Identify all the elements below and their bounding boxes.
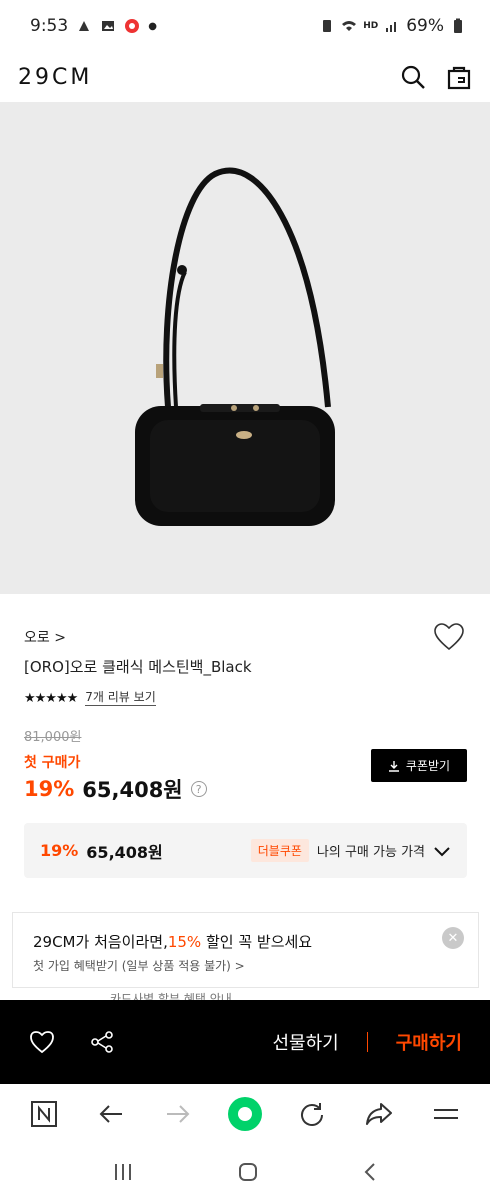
back-arrow-icon[interactable] bbox=[91, 1094, 131, 1134]
chevron-down-icon[interactable] bbox=[433, 842, 451, 860]
system-navigation bbox=[0, 1144, 490, 1200]
wishlist-button[interactable] bbox=[432, 620, 466, 654]
n-icon[interactable] bbox=[24, 1094, 64, 1134]
battery-percent: 69% bbox=[406, 16, 444, 36]
bottom-action-bar: 선물하기 구매하기 bbox=[0, 1000, 490, 1084]
app-header: 29CM bbox=[0, 52, 490, 102]
refresh-icon[interactable] bbox=[292, 1094, 332, 1134]
search-icon[interactable] bbox=[400, 64, 426, 90]
brand-row: 오로 > bbox=[24, 620, 466, 654]
signup-banner[interactable]: 29CM가 처음이라면,15% 할인 꼭 받으세요 첫 가입 혜택받기 (일부 … bbox=[12, 912, 479, 988]
original-price: 81,000원 bbox=[24, 730, 82, 745]
price-box-price: 65,408원 bbox=[86, 842, 163, 862]
logo[interactable]: 29CM bbox=[18, 65, 92, 90]
banner-title-suffix: 할인 꼭 받으세요 bbox=[201, 933, 313, 951]
shopping-bag-icon[interactable] bbox=[446, 64, 472, 90]
home-dot-icon[interactable] bbox=[225, 1094, 265, 1134]
price-row: 19% 65,408원 ? bbox=[24, 774, 207, 804]
banner-subtitle[interactable]: 첫 가입 혜택받기 (일부 상품 적용 불가) > bbox=[33, 957, 245, 974]
product-name: [ORO]오로 클래식 메스틴백_Black bbox=[24, 658, 252, 676]
rating-stars: ★★★★★ bbox=[24, 690, 78, 706]
banner-title-accent: 15% bbox=[167, 933, 202, 951]
gallery-icon bbox=[102, 21, 115, 31]
battery-icon bbox=[454, 18, 462, 33]
product-image[interactable] bbox=[0, 102, 490, 594]
back-icon[interactable] bbox=[362, 1161, 378, 1183]
bag-illustration bbox=[135, 167, 335, 526]
heart-icon bbox=[434, 623, 464, 651]
help-icon[interactable]: ? bbox=[190, 781, 207, 797]
heart-icon bbox=[30, 1031, 54, 1054]
download-icon bbox=[388, 760, 399, 772]
banner-title: 29CM가 처음이라면,15% 할인 꼭 받으세요 bbox=[33, 931, 312, 952]
brand-link[interactable]: 오로 > bbox=[24, 627, 66, 647]
discount-rate: 19% bbox=[24, 777, 75, 801]
network-label: HD bbox=[363, 21, 379, 31]
action-heart-button[interactable] bbox=[28, 1028, 56, 1056]
action-divider bbox=[366, 1032, 368, 1052]
gift-button[interactable]: 선물하기 bbox=[273, 1029, 339, 1055]
dot-icon: ● bbox=[148, 20, 157, 32]
price-box-discount: 19% bbox=[40, 841, 79, 860]
notification-icon bbox=[79, 21, 90, 31]
coupon-button[interactable]: 쿠폰받기 bbox=[371, 749, 467, 782]
menu-icon[interactable] bbox=[426, 1094, 466, 1134]
recent-apps-icon[interactable] bbox=[112, 1162, 134, 1182]
review-link[interactable]: 7개 리뷰 보기 bbox=[85, 690, 156, 706]
status-bar: 9:53 ● HD 69% bbox=[0, 0, 490, 52]
banner-title-prefix: 29CM가 처음이라면, bbox=[33, 933, 168, 951]
battery-saver-icon bbox=[323, 20, 332, 32]
close-icon[interactable]: ✕ bbox=[442, 927, 464, 949]
share-button[interactable] bbox=[88, 1028, 116, 1056]
sale-price: 65,408원 bbox=[82, 778, 183, 802]
price-summary-box[interactable]: 19% 65,408원 더블쿠폰 나의 구매 가능 가격 bbox=[24, 823, 467, 878]
forward-arrow-icon[interactable] bbox=[158, 1094, 198, 1134]
share-icon bbox=[91, 1031, 113, 1053]
double-coupon-badge: 더블쿠폰 bbox=[250, 839, 309, 862]
coupon-button-label: 쿠폰받기 bbox=[405, 759, 451, 773]
home-icon[interactable] bbox=[237, 1161, 259, 1183]
rating-row: ★★★★★ 7개 리뷰 보기 bbox=[24, 690, 156, 706]
my-price-label: 나의 구매 가능 가격 bbox=[316, 845, 425, 860]
record-icon bbox=[125, 19, 140, 33]
wifi-icon bbox=[342, 21, 357, 31]
status-time: 9:53 bbox=[30, 16, 69, 36]
card-benefit-peek: 카드사별 할부 혜택 안내 bbox=[110, 992, 232, 1000]
first-purchase-label: 첫 구매가 bbox=[24, 755, 81, 771]
signal-icon bbox=[386, 22, 397, 32]
share-arrow-icon[interactable] bbox=[359, 1094, 399, 1134]
browser-toolbar bbox=[0, 1084, 490, 1144]
buy-button[interactable]: 구매하기 bbox=[396, 1029, 462, 1055]
